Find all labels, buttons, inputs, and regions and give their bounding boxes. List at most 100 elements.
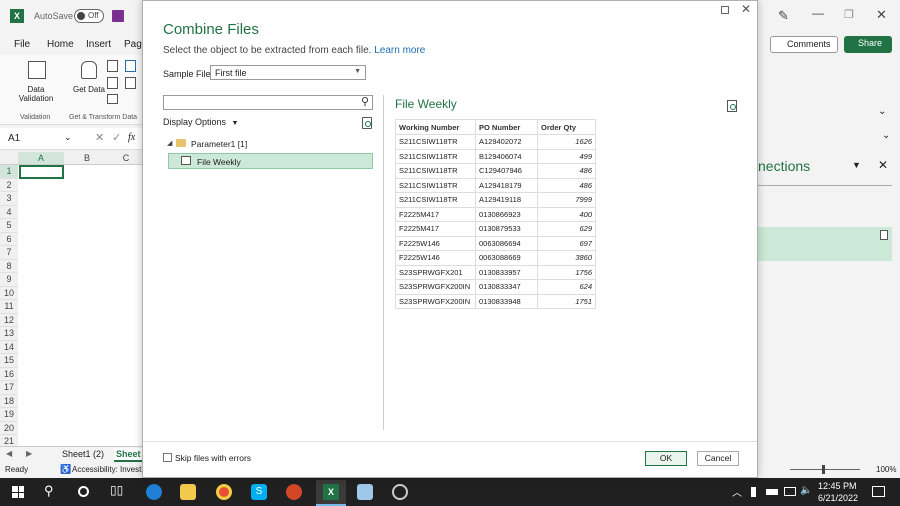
excel-taskbar-icon[interactable]: X (316, 480, 346, 506)
display-options-button[interactable]: Display Options ▼ (163, 117, 238, 127)
row-header[interactable]: 3 (0, 192, 18, 206)
pen-icon[interactable]: ✎ (778, 8, 789, 24)
task-view-icon[interactable]: ▯▯ (110, 483, 123, 497)
column-header-b[interactable]: B (64, 152, 110, 164)
tray-network-icon[interactable] (784, 487, 796, 496)
column-header-c[interactable]: C (110, 152, 142, 164)
transform-icon-3[interactable] (107, 77, 118, 89)
table-cell: 697 (537, 235, 596, 251)
row-header[interactable]: 10 (0, 286, 18, 300)
formula-expand-icon[interactable]: ⌄ (882, 130, 890, 141)
row-header[interactable]: 1 (0, 165, 18, 179)
sheet-tab-sheet1-2[interactable]: Sheet1 (2) (62, 449, 104, 459)
row-header[interactable]: 18 (0, 394, 18, 408)
sample-file-select[interactable]: First file ▼ (210, 65, 366, 80)
close-window-icon[interactable]: ✕ (876, 7, 887, 23)
table-cell: 3860 (537, 250, 596, 266)
sheet-tab-active[interactable]: Sheet (114, 448, 143, 462)
tray-battery-icon[interactable] (766, 489, 778, 495)
get-data-button[interactable]: Get Data (72, 85, 106, 94)
cancel-button[interactable]: Cancel (697, 451, 739, 466)
preview-refresh-icon[interactable] (727, 100, 737, 112)
restore-icon[interactable]: ❐ (844, 8, 854, 21)
row-header[interactable]: 16 (0, 367, 18, 381)
taskbar-time[interactable]: 12:45 PM (818, 481, 857, 491)
windows-start-icon[interactable] (12, 486, 24, 498)
table-row: F2225W146 0063086694 697 (395, 235, 596, 251)
name-box[interactable]: A1 (8, 133, 20, 144)
row-header[interactable]: 9 (0, 273, 18, 287)
browser-app-icon[interactable] (392, 484, 408, 500)
dialog-close-icon[interactable]: ✕ (741, 2, 751, 16)
notification-icon[interactable] (872, 486, 885, 497)
row-header[interactable]: 8 (0, 259, 18, 273)
dialog-maximize-icon[interactable] (721, 6, 729, 14)
pane-splitter[interactable] (383, 95, 384, 430)
chevron-down-icon[interactable]: ⌄ (64, 132, 72, 143)
search-input[interactable]: ⚲ (163, 95, 373, 110)
search-icon[interactable]: ⚲ (361, 95, 369, 108)
spreadsheet-grid[interactable]: A B C 1 2 3 4 5 6 7 8 9 10 11 12 13 14 15 16 17 18 19 20 21 (0, 150, 142, 449)
row-header[interactable]: 4 (0, 205, 18, 219)
search-icon[interactable]: ⚲ (44, 483, 54, 499)
taskbar-date[interactable]: 6/21/2022 (818, 493, 858, 503)
active-cell[interactable] (19, 165, 64, 179)
column-header-a[interactable]: A (18, 152, 64, 164)
minimize-icon[interactable]: — (812, 6, 824, 20)
share-button[interactable]: Share (844, 36, 892, 53)
tray-usb-icon[interactable] (751, 487, 756, 497)
sheet-nav-left-icon[interactable]: ◀ (6, 449, 12, 458)
cancel-icon[interactable]: ✕ (95, 131, 104, 144)
row-header[interactable]: 13 (0, 327, 18, 341)
tab-home[interactable]: Home (47, 39, 74, 50)
refresh-icon[interactable] (362, 117, 372, 129)
ok-button[interactable]: OK (645, 451, 687, 466)
row-header[interactable]: 7 (0, 246, 18, 260)
pane-options-icon[interactable]: ▼ (852, 160, 861, 170)
ribbon-collapse-icon[interactable]: ⌄ (878, 106, 886, 117)
zoom-slider-thumb[interactable] (822, 465, 825, 474)
file-explorer-icon[interactable] (180, 484, 196, 500)
tab-file[interactable]: File (14, 39, 30, 50)
fx-icon[interactable]: fx (128, 132, 135, 143)
transform-icon-2[interactable] (125, 60, 136, 72)
row-header[interactable]: 17 (0, 381, 18, 395)
row-header[interactable]: 15 (0, 354, 18, 368)
powerpoint-icon[interactable] (286, 484, 302, 500)
save-icon[interactable] (112, 10, 124, 22)
tab-insert[interactable]: Insert (86, 39, 111, 50)
transform-icon-5[interactable] (107, 94, 118, 104)
tree-file-weekly[interactable]: File Weekly (168, 153, 373, 169)
row-header[interactable]: 12 (0, 313, 18, 327)
zoom-slider[interactable] (790, 469, 860, 470)
chrome-icon[interactable] (216, 484, 232, 500)
row-header[interactable]: 5 (0, 219, 18, 233)
skip-errors-checkbox[interactable] (163, 453, 172, 462)
comments-button[interactable]: Comments (770, 36, 838, 53)
tray-volume-icon[interactable]: 🔈 (800, 485, 812, 496)
accessibility-status[interactable]: Accessibility: Investig (72, 465, 142, 474)
connection-item[interactable] (758, 227, 892, 261)
row-header[interactable]: 14 (0, 340, 18, 354)
row-header[interactable]: 20 (0, 421, 18, 435)
edge-icon[interactable] (146, 484, 162, 500)
tray-chevron-up-icon[interactable]: ︿ (732, 484, 742, 499)
tree-parameter[interactable]: Parameter1 [1] (191, 139, 247, 149)
skype-icon[interactable]: S (251, 484, 267, 500)
learn-more-link[interactable]: Learn more (374, 45, 425, 56)
row-header[interactable]: 6 (0, 232, 18, 246)
pane-close-icon[interactable]: ✕ (878, 158, 888, 172)
transform-icon-1[interactable] (107, 60, 118, 72)
autosave-toggle[interactable]: Off (74, 9, 104, 23)
row-header[interactable]: 2 (0, 178, 18, 192)
transform-icon-4[interactable] (125, 77, 136, 89)
data-validation-button[interactable]: Data Validation (14, 85, 58, 103)
notes-app-icon[interactable] (357, 484, 373, 500)
sheet-nav-right-icon[interactable]: ▶ (26, 449, 32, 458)
tree-expand-icon[interactable]: ◢ (167, 139, 172, 147)
cortana-icon[interactable] (78, 486, 89, 497)
check-icon[interactable]: ✓ (112, 131, 121, 144)
row-header[interactable]: 11 (0, 300, 18, 314)
row-header[interactable]: 19 (0, 408, 18, 422)
zoom-level[interactable]: 100% (876, 465, 896, 474)
